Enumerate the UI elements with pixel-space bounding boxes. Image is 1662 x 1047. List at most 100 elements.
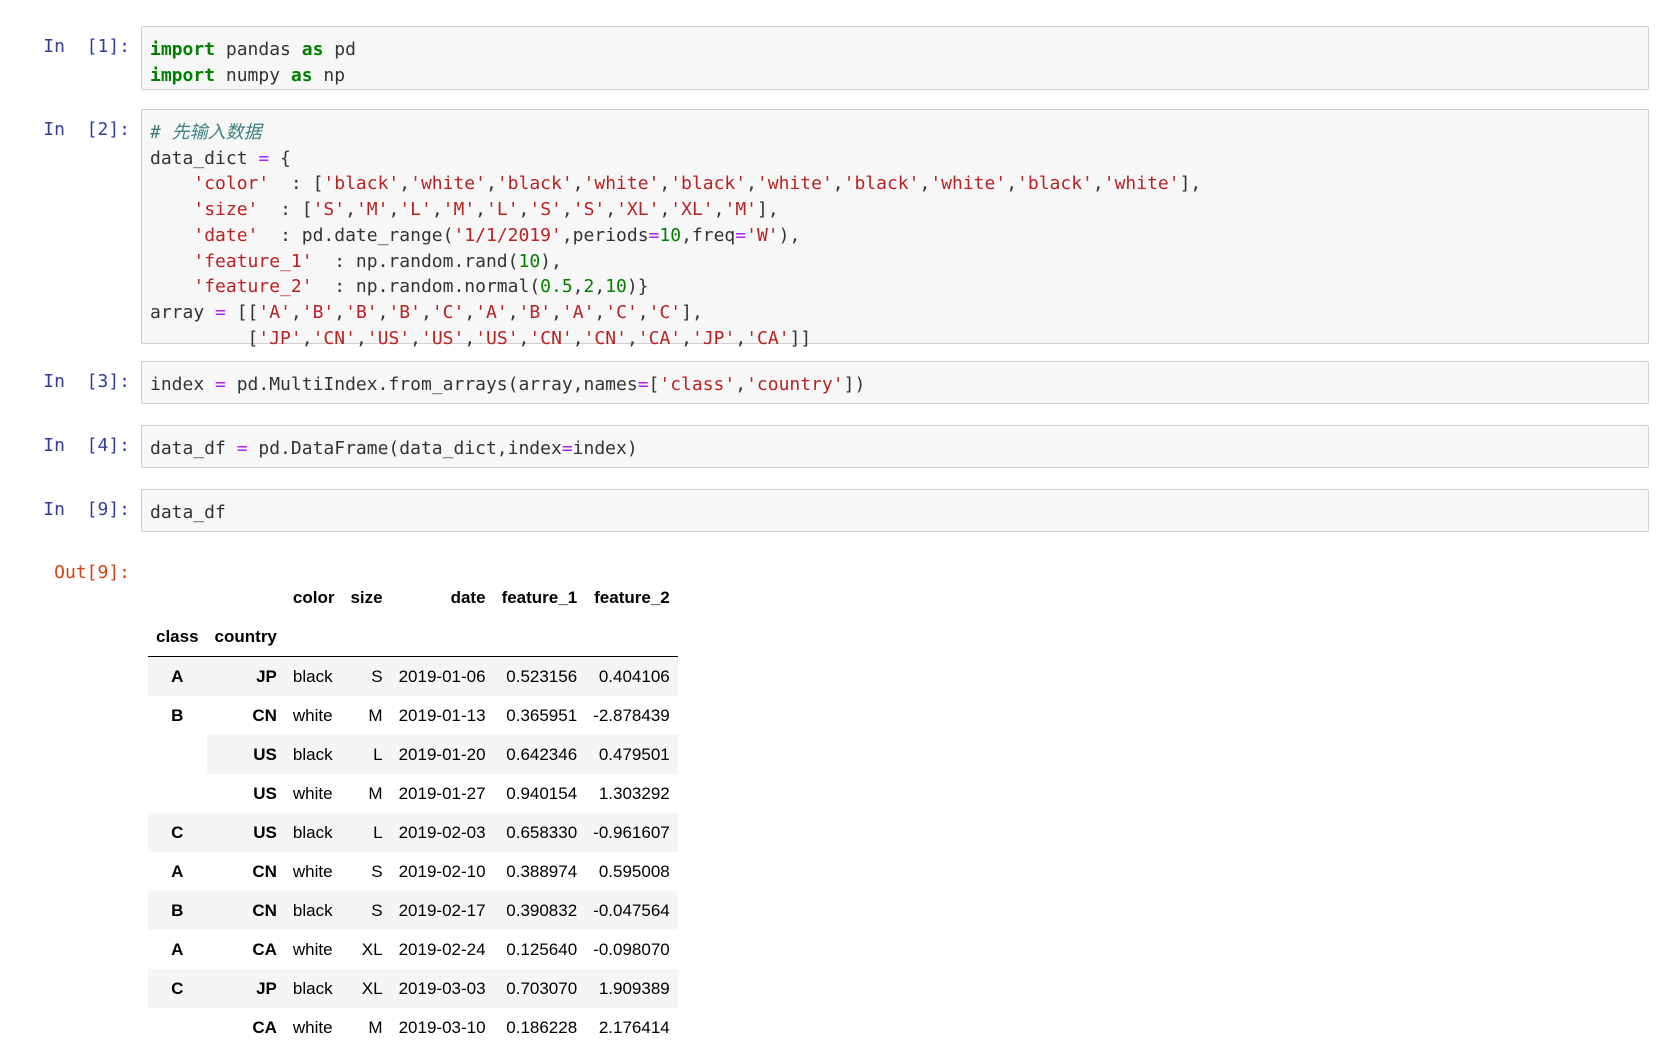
code-token: pd.DataFrame(data_dict,index <box>248 438 562 459</box>
row-index-class: A <box>148 657 207 697</box>
blank-header <box>342 617 390 657</box>
code-token: , <box>410 328 421 349</box>
table-cell-color: white <box>285 696 343 735</box>
table-cell-feature-1: 0.658330 <box>494 813 586 852</box>
table-cell-date: 2019-01-13 <box>391 696 494 735</box>
row-index-country: CN <box>207 696 285 735</box>
column-header-row: color size date feature_1 feature_2 <box>148 578 678 617</box>
code-token: 'US' <box>367 328 410 349</box>
code-token: , <box>388 199 399 220</box>
code-token: 'W' <box>746 225 779 246</box>
code-token: 'US' <box>475 328 518 349</box>
blank-header <box>585 617 678 657</box>
table-cell-feature-1: 0.523156 <box>494 657 586 697</box>
row-index-country: JP <box>207 969 285 1008</box>
index-name: class <box>148 617 207 657</box>
code-token: = <box>215 302 226 323</box>
table-cell-feature-1: 0.940154 <box>494 774 586 813</box>
code-token: : np.random.normal( <box>313 276 541 297</box>
code-token: )} <box>627 276 649 297</box>
table-cell-feature-1: 0.642346 <box>494 735 586 774</box>
code-text[interactable]: # 先输入数据 data_dict = { 'color' : ['black'… <box>142 110 1648 361</box>
table-cell-date: 2019-02-03 <box>391 813 494 852</box>
code-token: 'black' <box>1017 173 1093 194</box>
index-names-row: class country <box>148 617 678 657</box>
code-text[interactable]: index = pd.MultiIndex.from_arrays(array,… <box>142 362 1648 408</box>
code-token: = <box>562 438 573 459</box>
code-token: 'white' <box>584 173 660 194</box>
code-input[interactable]: # 先输入数据 data_dict = { 'color' : ['black'… <box>141 109 1649 344</box>
table-cell-feature-1: 0.365951 <box>494 696 586 735</box>
row-index-class: B <box>148 891 207 930</box>
code-token: 'CA' <box>746 328 789 349</box>
table-row: CJPblackXL2019-03-030.7030701.909389 <box>148 969 678 1008</box>
code-token: 'color' <box>193 173 269 194</box>
code-token: 0.5 <box>540 276 573 297</box>
table-cell-size: M <box>342 1008 390 1047</box>
code-text[interactable]: data_df = pd.DataFrame(data_dict,index=i… <box>142 426 1648 472</box>
code-token: , <box>519 199 530 220</box>
code-token: = <box>258 148 269 169</box>
code-token: , <box>508 302 519 323</box>
row-index-class: C <box>148 813 207 852</box>
code-token: 'country' <box>746 374 844 395</box>
row-index-country: CN <box>207 891 285 930</box>
table-cell-feature-1: 0.125640 <box>494 930 586 969</box>
code-token: ]) <box>844 374 866 395</box>
code-token: , <box>573 173 584 194</box>
row-index-country: US <box>207 774 285 813</box>
code-input[interactable]: data_df <box>141 489 1649 532</box>
table-cell-date: 2019-02-17 <box>391 891 494 930</box>
table-row: USblackL2019-01-200.6423460.479501 <box>148 735 678 774</box>
table-cell-size: M <box>342 774 390 813</box>
code-token: [[ <box>226 302 259 323</box>
code-token: 10 <box>659 225 681 246</box>
cell-prompt: In [1]: <box>0 36 130 57</box>
table-cell-color: white <box>285 852 343 891</box>
table-cell-size: S <box>342 657 390 697</box>
code-token: : pd.date_range( <box>258 225 453 246</box>
code-input[interactable]: import pandas as pd import numpy as np <box>141 26 1649 90</box>
table-cell-color: black <box>285 735 343 774</box>
code-token: as <box>302 39 324 60</box>
row-index-class <box>148 735 207 774</box>
code-text[interactable]: import pandas as pd import numpy as np <box>142 27 1648 98</box>
code-input[interactable]: index = pd.MultiIndex.from_arrays(array,… <box>141 361 1649 404</box>
code-token: , <box>638 302 649 323</box>
table-row: BCNwhiteM2019-01-130.365951-2.878439 <box>148 696 678 735</box>
code-token: 'date' <box>193 225 258 246</box>
row-index-country: US <box>207 735 285 774</box>
code-token: 'feature_2' <box>193 276 312 297</box>
index-name: country <box>207 617 285 657</box>
blank-header <box>148 578 207 617</box>
table-cell-color: white <box>285 774 343 813</box>
code-token: 'CN' <box>529 328 572 349</box>
table-cell-date: 2019-02-24 <box>391 930 494 969</box>
code-token: : [ <box>258 199 312 220</box>
cell-prompt: In [3]: <box>0 371 130 392</box>
code-token: 'C' <box>432 302 465 323</box>
table-cell-size: XL <box>342 969 390 1008</box>
code-token: ], <box>1180 173 1202 194</box>
code-token: : np.random.rand( <box>313 251 519 272</box>
code-text[interactable]: data_df <box>142 490 1648 536</box>
table-body: AJPblackS2019-01-060.5231560.404106BCNwh… <box>148 657 678 1047</box>
cell-prompt: In [2]: <box>0 119 130 140</box>
code-token: = <box>649 225 660 246</box>
code-token: 'CN' <box>584 328 627 349</box>
table-cell-size: S <box>342 891 390 930</box>
code-token: 'CA' <box>638 328 681 349</box>
table-cell-color: black <box>285 813 343 852</box>
dataframe-output: color size date feature_1 feature_2 clas… <box>148 578 678 1047</box>
code-input[interactable]: data_df = pd.DataFrame(data_dict,index=i… <box>141 425 1649 468</box>
code-token: 'black' <box>323 173 399 194</box>
code-token: , <box>573 276 584 297</box>
code-token: 'white' <box>410 173 486 194</box>
code-token: 'CN' <box>313 328 356 349</box>
column-header: date <box>391 578 494 617</box>
row-index-class <box>148 1008 207 1047</box>
code-token: 'S' <box>573 199 606 220</box>
code-token: 'S' <box>313 199 346 220</box>
table-row: AJPblackS2019-01-060.5231560.404106 <box>148 657 678 697</box>
table-cell-feature-1: 0.703070 <box>494 969 586 1008</box>
